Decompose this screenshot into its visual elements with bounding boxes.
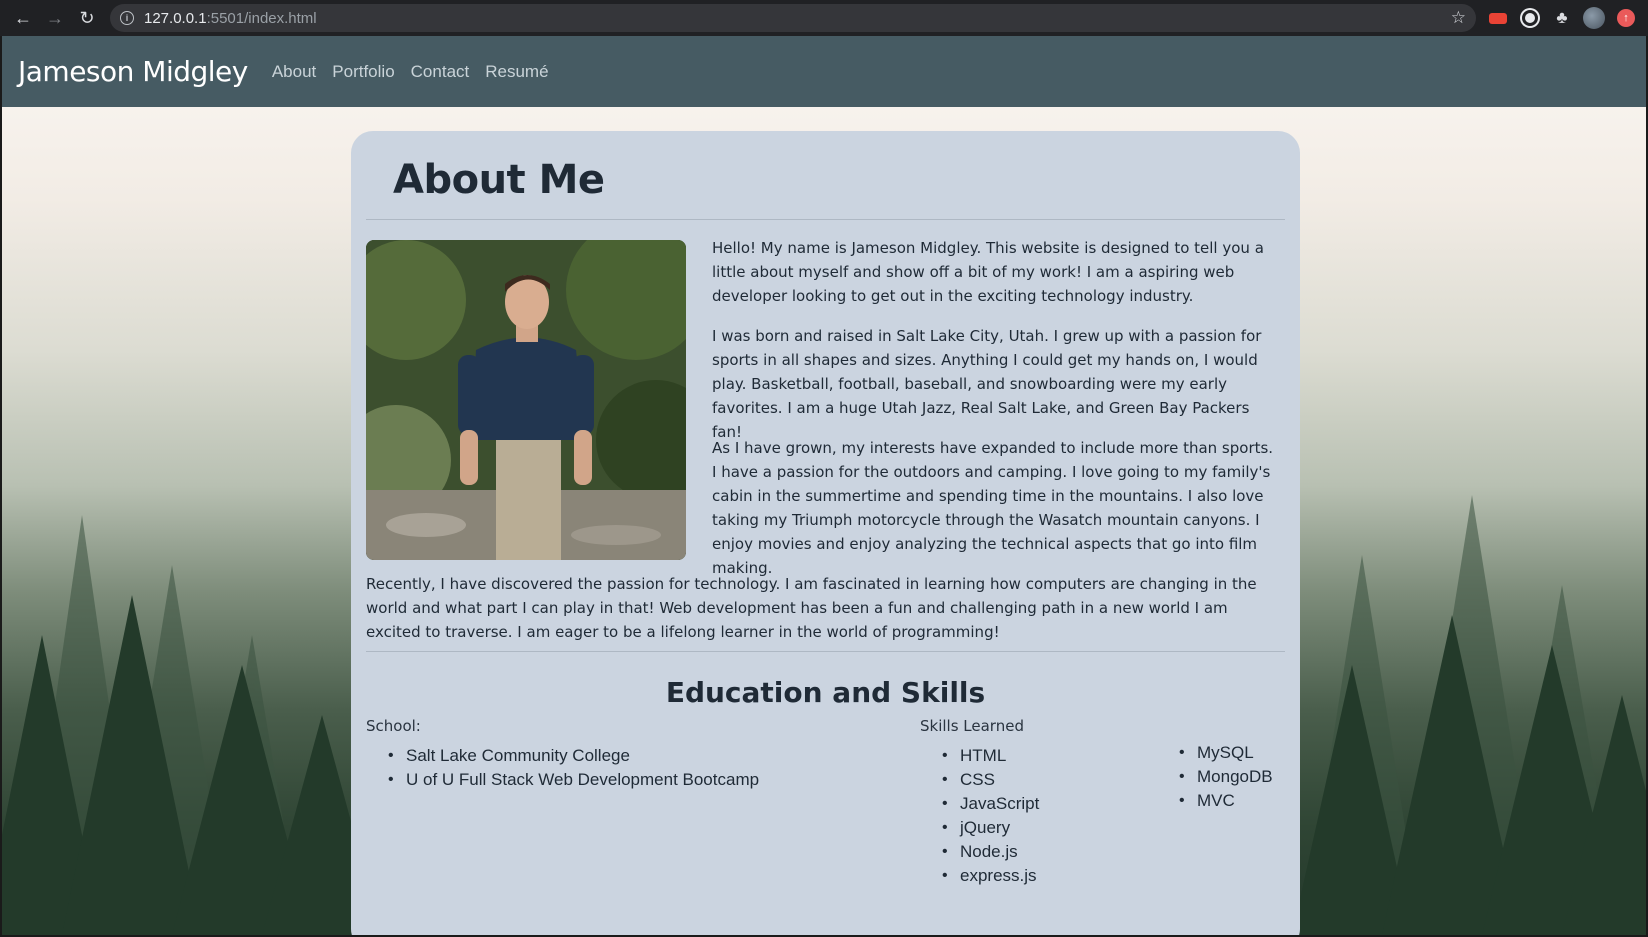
list-item: Salt Lake Community College: [366, 744, 759, 768]
about-paragraph: As I have grown, my interests have expan…: [712, 439, 1274, 577]
list-item: U of U Full Stack Web Development Bootca…: [366, 768, 759, 792]
site-navbar: Jameson Midgley About Portfolio Contact …: [2, 36, 1646, 107]
forward-icon[interactable]: →: [40, 3, 70, 33]
about-card: About Me Hello! My name is Jameson Midgl…: [351, 131, 1300, 935]
school-list: Salt Lake Community College U of U Full …: [366, 744, 759, 792]
about-paragraph: I was born and raised in Salt Lake City,…: [712, 327, 1262, 441]
list-item: jQuery: [920, 816, 1039, 840]
update-icon[interactable]: ↑: [1614, 6, 1638, 30]
star-icon[interactable]: ☆: [1451, 8, 1466, 28]
url-host: 127.0.0.1: [144, 9, 207, 27]
profile-photo: [366, 240, 686, 560]
school-label: School:: [366, 717, 421, 735]
browser-toolbar: ← → ↻ i 127.0.0.1:5501/index.html ☆ ♣ ↑: [0, 0, 1648, 36]
list-item: express.js: [920, 864, 1039, 888]
divider: [366, 651, 1285, 652]
nav-portfolio[interactable]: Portfolio: [332, 62, 394, 82]
reload-icon[interactable]: ↻: [72, 3, 102, 33]
list-item: MongoDB: [1157, 765, 1273, 789]
section-title: Education and Skills: [665, 676, 986, 709]
url-path: :5501/index.html: [206, 9, 317, 27]
list-item: HTML: [920, 744, 1039, 768]
list-item: CSS: [920, 768, 1039, 792]
list-item: MVC: [1157, 789, 1273, 813]
skills-list: HTML CSS JavaScript jQuery Node.js expre…: [920, 744, 1039, 888]
skills-label: Skills Learned: [920, 717, 1024, 735]
address-bar[interactable]: i 127.0.0.1:5501/index.html ☆: [110, 4, 1476, 32]
nav-contact[interactable]: Contact: [411, 62, 470, 82]
list-item: MySQL: [1157, 741, 1273, 765]
extension-icon[interactable]: [1486, 6, 1510, 30]
puzzle-icon[interactable]: ♣: [1550, 6, 1574, 30]
about-paragraph: Hello! My name is Jameson Midgley. This …: [712, 239, 1264, 305]
extension-icon[interactable]: [1518, 6, 1542, 30]
list-item: Node.js: [920, 840, 1039, 864]
nav-about[interactable]: About: [272, 62, 316, 82]
info-icon[interactable]: i: [120, 11, 134, 25]
nav-resume[interactable]: Resumé: [485, 62, 548, 82]
back-icon[interactable]: ←: [8, 3, 38, 33]
avatar[interactable]: [1582, 6, 1606, 30]
divider: [366, 219, 1285, 220]
brand-link[interactable]: Jameson Midgley: [18, 55, 248, 88]
about-paragraph: Recently, I have discovered the passion …: [366, 575, 1257, 641]
list-item: JavaScript: [920, 792, 1039, 816]
page-title: About Me: [393, 157, 605, 203]
page-viewport: Jameson Midgley About Portfolio Contact …: [2, 36, 1646, 935]
skills-list-secondary: MySQL MongoDB MVC: [1157, 741, 1273, 813]
